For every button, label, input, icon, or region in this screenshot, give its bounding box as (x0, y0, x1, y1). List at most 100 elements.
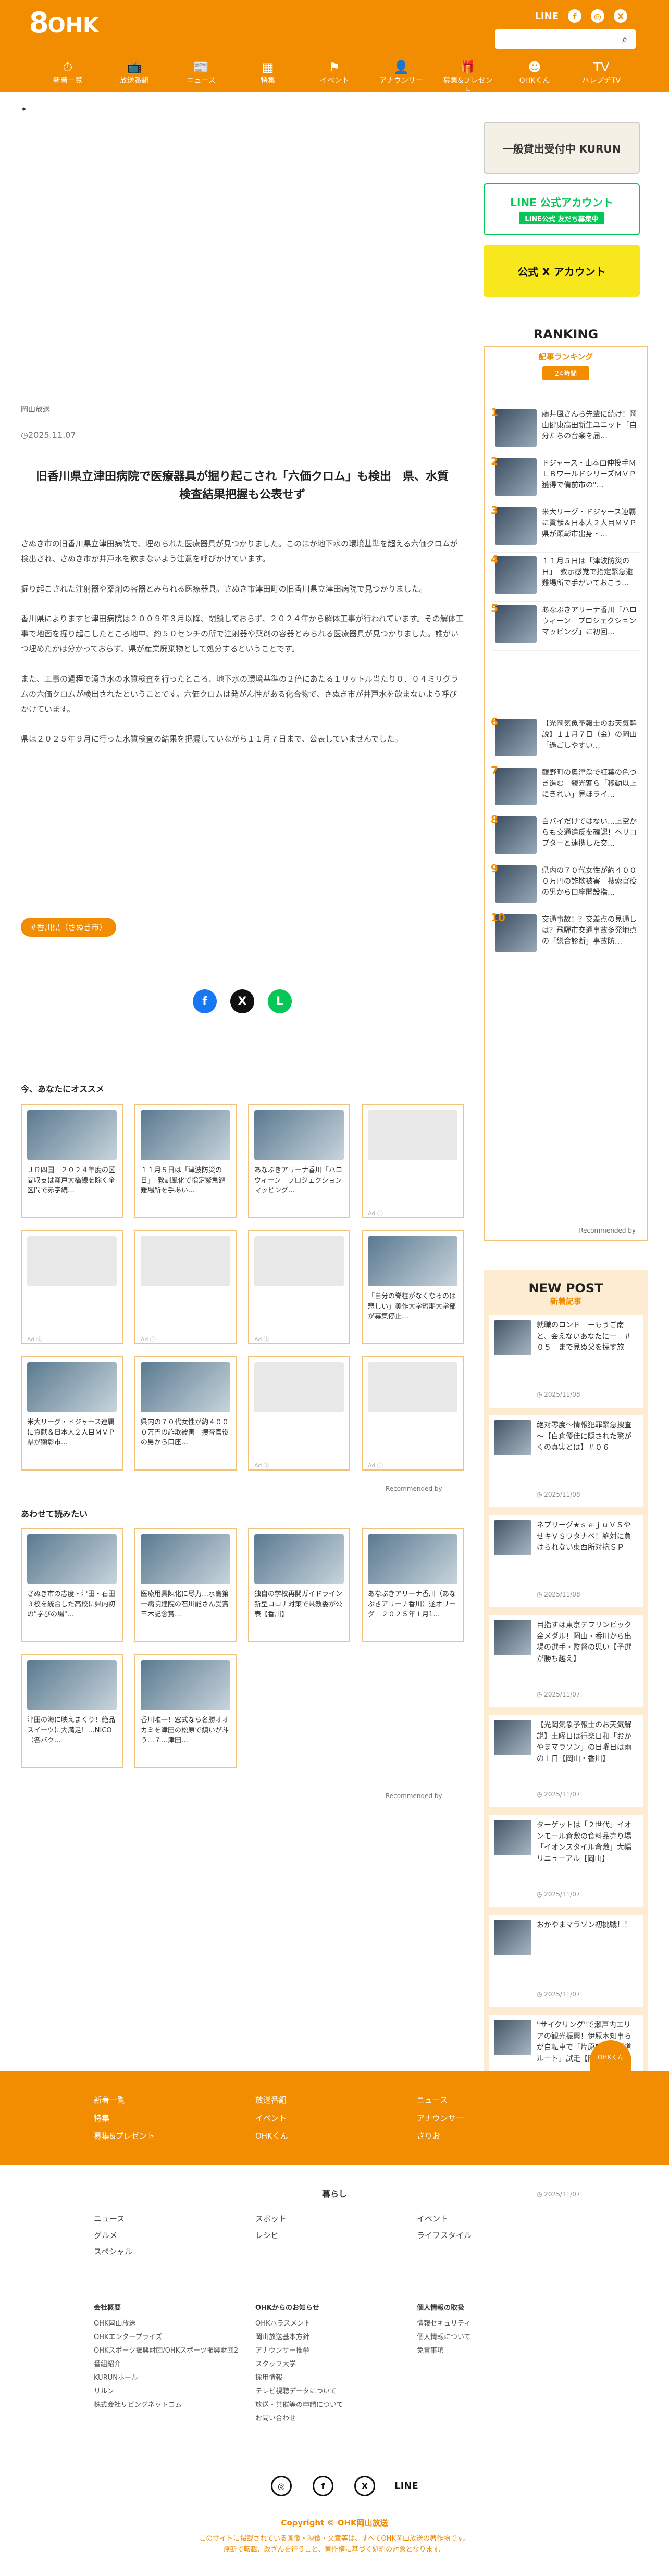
line-link[interactable]: LINE (535, 11, 559, 22)
article-card[interactable]: 医療用具陳化に尽力…水島第一病院建院の石川能さん受賞 三木記念賞… (134, 1528, 237, 1642)
nav-item[interactable]: ⏱ 新着一覧 (42, 59, 94, 89)
article-card[interactable]: 独自の学校再開ガイドライン 新型コロナ対策で県教委が公表【香川】 (248, 1528, 350, 1642)
article-card[interactable]: １１月５日は「津波防災の日」 教訓風化で指定緊急避難場所を手あい… (134, 1104, 237, 1218)
article-card[interactable]: Ad ⓘ (134, 1230, 237, 1344)
facebook-icon[interactable]: f (313, 2476, 333, 2496)
footer-nav-link[interactable]: 新着一覧 (94, 2091, 155, 2109)
article-card[interactable]: Ad ⓘ (362, 1104, 464, 1218)
footer-nav-link[interactable]: ニュース (417, 2091, 464, 2109)
article-card[interactable]: 米大リーグ・ドジャース連覇に貢献＆日本人２人目ＭＶＰ 県が顕彰市… (21, 1356, 123, 1471)
facebook-share-button[interactable]: f (193, 989, 217, 1013)
company-link[interactable]: リルン (94, 2385, 238, 2398)
article-card[interactable]: Ad ⓘ (248, 1356, 350, 1471)
article-card[interactable]: 県内の７０代女性が約４０００万円の詐欺被害 捜査官役の男から口座… (134, 1356, 237, 1471)
x-icon[interactable]: X (354, 2476, 375, 2496)
article-card[interactable]: Ad ⓘ (21, 1230, 123, 1344)
ranking-item[interactable]: 4 １１月５日は「津波防災の日」 教示感覚で指定緊急避難場所で手がいておこう… (491, 553, 640, 602)
article-card[interactable]: 「自分の脊柱がなくなるのは悲しい」美作大学短期大学部が募集停止… (362, 1230, 464, 1344)
tag-kagawa[interactable]: #香川県（さぬき市） (21, 918, 117, 937)
ranking-item[interactable]: 7 観野町の奥津渓で紅葉の色づき進む 親光客ら「移動以上にきれい」見ほライ… (491, 764, 640, 813)
nav-item[interactable]: 👤 アナウンサー (375, 59, 427, 89)
company-link[interactable]: KURUNホール (94, 2371, 238, 2385)
ranking-tab-24h[interactable]: 24時間 (542, 366, 589, 380)
article-card[interactable]: あなぶきアリーナ香川（あなぶきアリーナ香川）遂オリーグ ２０２５年１月1… (362, 1528, 464, 1642)
new-post-item[interactable]: 【光岡気象予報士のお天気解説】土曜日は行楽日和「おかやまマラソン」の日曜日は雨の… (489, 1715, 643, 1807)
ranking-item[interactable]: 2 ドジャース・山本由伸投手ＭＬＢワールドシリーズＭＶＰ獲得で備前市の"… (491, 455, 640, 504)
search-icon[interactable]: ⌕ (618, 32, 631, 46)
kurashi-link[interactable]: レシピ (255, 2228, 287, 2244)
privacy-link[interactable]: 個人情報について (417, 2331, 471, 2344)
footer-nav-link[interactable]: 特集 (94, 2109, 155, 2128)
notice-link[interactable]: 採用情報 (255, 2371, 343, 2385)
ranking-item[interactable]: 1 藤井風さんら先輩に続け！岡山健康高田新生ユニット「自分たちの音楽を届… (491, 406, 640, 455)
line-banner[interactable]: LINE 公式アカウント LINE公式 友だち募集中 (484, 183, 640, 235)
nav-item[interactable]: 📰 ニュース (175, 59, 227, 89)
nav-item[interactable]: 📺 放送番組 (108, 59, 160, 89)
notice-link[interactable]: テレビ視聴データについて (255, 2385, 343, 2398)
privacy-link[interactable]: 情報セキュリティ (417, 2317, 471, 2331)
ohk-logo[interactable]: 8OHK (29, 6, 99, 39)
ranking-item[interactable]: 5 あなぶきアリーナ香川「ハロウィーン プロジェクションマッピング」に初回… (491, 602, 640, 651)
ranking-item[interactable]: 3 米大リーグ・ドジャース連覇に貢献＆日本人２人目ＭＶＰ 県が顕彰市出身・… (491, 504, 640, 553)
kurashi-link[interactable]: グルメ (94, 2228, 132, 2244)
article-card[interactable]: Ad ⓘ (362, 1356, 464, 1471)
notice-link[interactable]: お問い合わせ (255, 2412, 343, 2426)
company-link[interactable]: 株式会社リビングネットコム (94, 2398, 238, 2412)
ranking-item[interactable]: 6 【光岡気象予報士のお天気解説】１１月７日（金）の岡山「過ごしやすい… (491, 715, 640, 764)
notice-link[interactable]: アナウンサー推挙 (255, 2344, 343, 2358)
facebook-icon[interactable]: f (568, 9, 581, 23)
new-post-item[interactable]: 目指すは東京デフリンピック金メダル！岡山・香川から出場の選手・監督の思い【予選が… (489, 1615, 643, 1707)
company-link[interactable]: OHKスポーツ振興財団/OHKスポーツ振興財団2 (94, 2344, 238, 2358)
company-link[interactable]: OHKエンタープライズ (94, 2331, 238, 2344)
article-card[interactable]: さぬき市の志度・津田・石田３校を統合した高校に県内初の"学びの場"… (21, 1528, 123, 1642)
notice-link[interactable]: OHKハラスメント (255, 2317, 343, 2331)
line-icon[interactable]: LINE (394, 2476, 418, 2496)
kurashi-link[interactable]: スポット (255, 2211, 287, 2228)
notice-link[interactable]: 岡山放送基本方針 (255, 2331, 343, 2344)
privacy-link[interactable]: 免責事項 (417, 2344, 471, 2358)
footer-nav-link[interactable]: さりお (417, 2127, 464, 2145)
kurun-banner[interactable]: 一般貸出受付中 KURUN (484, 122, 640, 174)
footer-nav-link[interactable]: アナウンサー (417, 2109, 464, 2128)
kurashi-link[interactable]: スペシャル (94, 2244, 132, 2260)
kurashi-link[interactable]: ライフスタイル (417, 2228, 472, 2244)
kurashi-link[interactable]: イベント (417, 2211, 472, 2228)
new-post-item[interactable]: ターゲットは「２世代」イオンモール倉敷の食料品売り場「イオンスタイル倉敷」大幅リ… (489, 1815, 643, 1907)
x-icon[interactable]: X (614, 9, 627, 23)
info-heading: 会社概要 (94, 2304, 121, 2312)
x-share-button[interactable]: X (230, 989, 254, 1013)
new-post-item[interactable]: 就職のロンド ーもうご南と、会えないあなたにー ＃０５ まで見ぬ父を探す旅 ◷ 2… (489, 1315, 643, 1408)
article-card[interactable]: ＪＲ四国 ２０２４年度の区間収支は瀬戸大橋線を除く全区間で赤字続… (21, 1104, 123, 1218)
ranking-item[interactable]: 10 交通事故！？交差点の見通しは？飛驒市交通事故多発地点の「総合診断」事故防… (491, 911, 640, 960)
new-post-item[interactable]: おかやまマラソン初挑戦！！ ◷ 2025/11/07 (489, 1915, 643, 2007)
article-card[interactable]: あなぶきアリーナ香川「ハロウィーン プロジェクションマッピング… (248, 1104, 350, 1218)
footer-nav-link[interactable]: 放送番組 (255, 2091, 288, 2109)
ranking-thumbnail (495, 605, 537, 643)
footer-nav-link[interactable]: OHKくん (255, 2127, 288, 2145)
footer-nav-link[interactable]: 募集&プレゼント (94, 2127, 155, 2145)
company-link[interactable]: 番組紹介 (94, 2358, 238, 2371)
article-card[interactable]: 香川唯一！窓式なら名勝オオカミを津田の松原で鎮いが斗う…７…津田… (134, 1654, 237, 1768)
nav-item[interactable]: TV ハレプチTV (575, 59, 627, 89)
company-link[interactable]: OHK岡山放送 (94, 2317, 238, 2331)
line-share-button[interactable]: L (268, 989, 292, 1013)
instagram-icon[interactable]: ◎ (271, 2476, 292, 2496)
nav-item[interactable]: ☻ OHKくん (509, 59, 561, 89)
new-post-item[interactable]: ネプリーグ★ｓｅｊｕＶＳやせキＶＳワタナベ！絶対に負けられない東西所対抗ＳＰ ◷ … (489, 1515, 643, 1607)
notice-link[interactable]: スタッフ大学 (255, 2358, 343, 2371)
nav-item[interactable]: ▦ 特集 (242, 59, 294, 89)
notice-link[interactable]: 放送・共催等の申請について (255, 2398, 343, 2412)
article-card[interactable]: Ad ⓘ (248, 1230, 350, 1344)
ranking-item[interactable]: 9 県内の７０代女性が約４０００万円の詐欺被害 捜索官役の男から口座開設指… (491, 862, 640, 911)
article-card[interactable]: 津田の海に映えまくり！絶品スイーツに大満足！…NICO（各バク… (21, 1654, 123, 1768)
instagram-icon[interactable]: ◎ (591, 9, 604, 23)
ranking-item[interactable]: 8 白バイだけではない…上空からも交通違反を確認！ヘリコプターと連携した交… (491, 813, 640, 862)
new-post-item[interactable]: 絶対零度～情報犯罪緊急捜査～【白倉優佳に隠された驚がくの真実とは】＃０６ ◷ 20… (489, 1415, 643, 1507)
x-banner[interactable]: 公式 X アカウント (484, 245, 640, 297)
nav-item[interactable]: 🎁 募集&プレゼント (442, 59, 494, 95)
kurashi-link[interactable]: ニュース (94, 2211, 132, 2228)
search-input[interactable]: ⌕ (495, 29, 636, 49)
nav-item[interactable]: ⚑ イベント (308, 59, 361, 89)
footer-nav-link[interactable]: イベント (255, 2109, 288, 2128)
rank-number: 7 (491, 764, 498, 777)
